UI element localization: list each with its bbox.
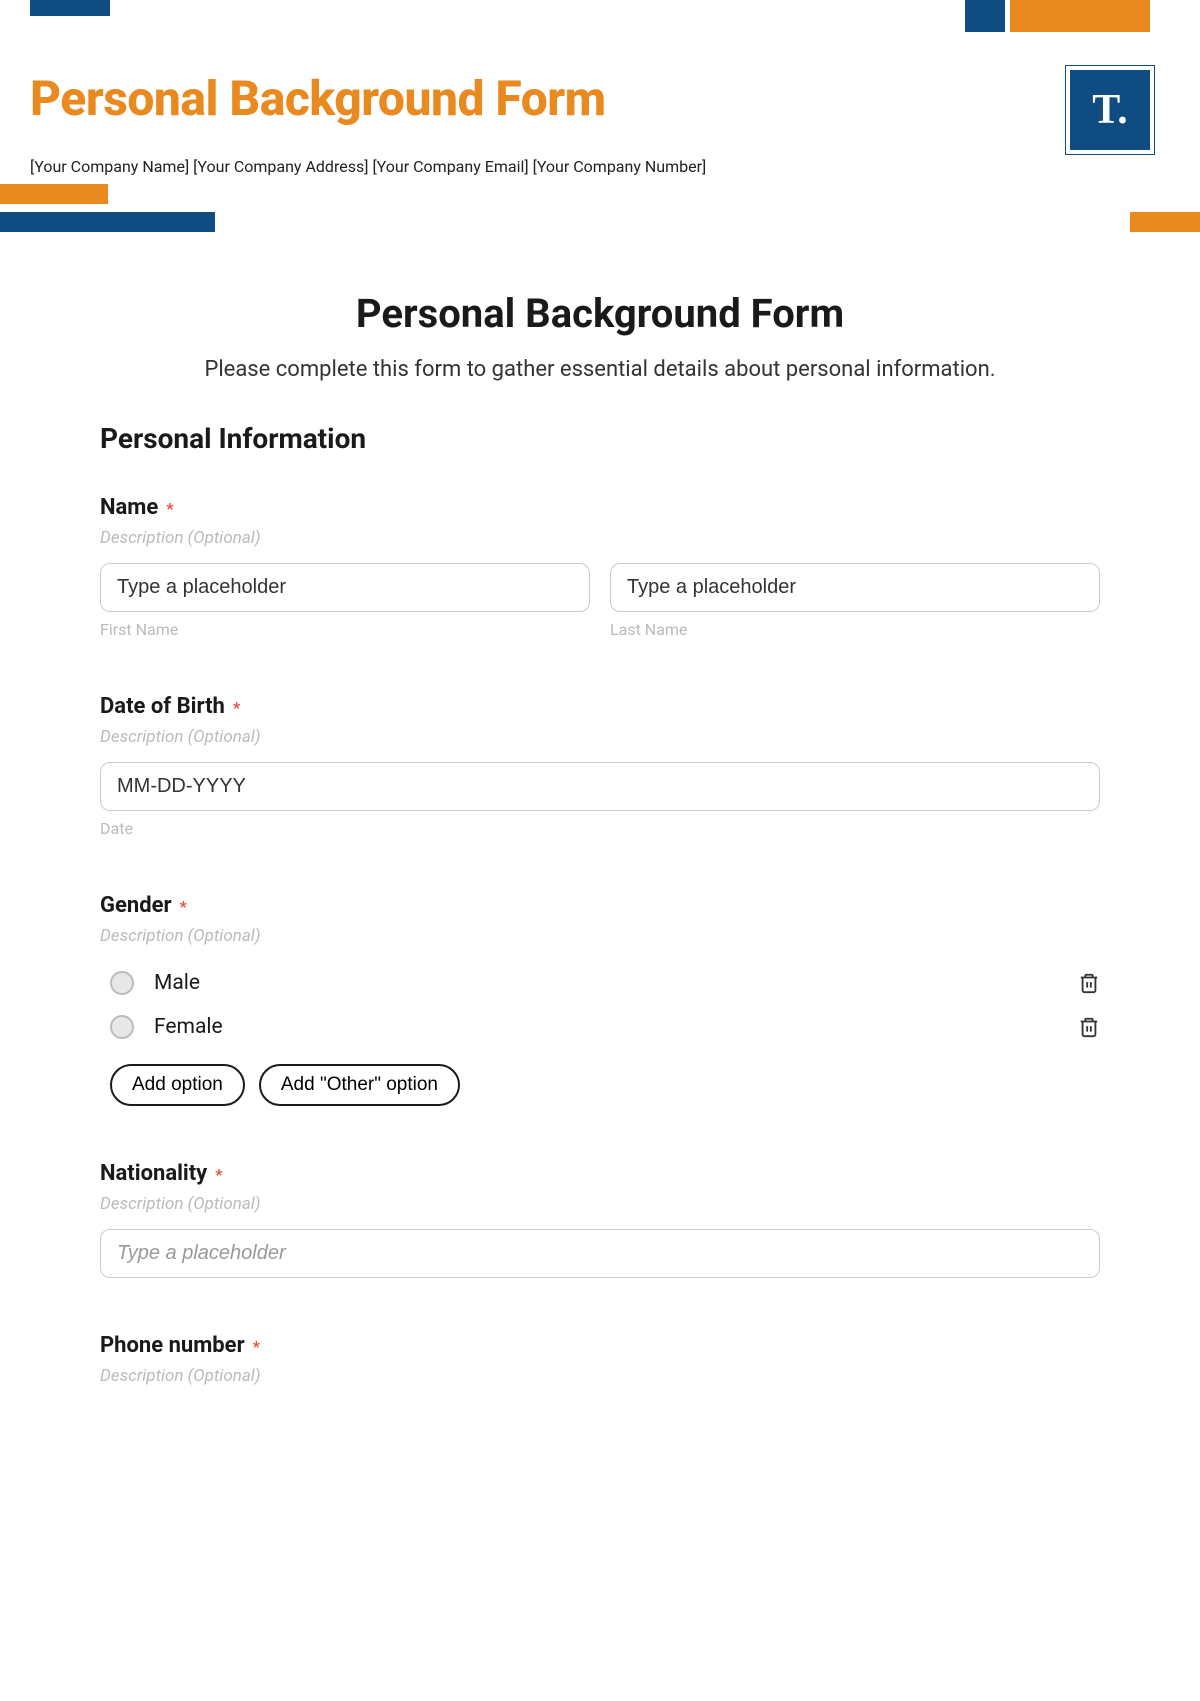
form-subtitle: Please complete this form to gather esse… <box>100 357 1100 382</box>
required-mark: * <box>253 1337 260 1356</box>
field-description[interactable]: Description (Optional) <box>100 528 1100 548</box>
radio-icon[interactable] <box>110 1015 134 1039</box>
document-header: Personal Background Form [Your Company N… <box>30 70 1170 176</box>
field-dob: Date of Birth * Description (Optional) D… <box>100 694 1100 838</box>
decorative-bar <box>30 0 110 16</box>
field-phone: Phone number * Description (Optional) <box>100 1333 1100 1386</box>
first-name-sublabel: First Name <box>100 620 590 639</box>
field-label: Date of Birth <box>100 694 225 719</box>
radio-label[interactable]: Female <box>154 1015 1078 1039</box>
decorative-bar <box>965 0 1005 32</box>
field-label: Name <box>100 495 158 520</box>
required-mark: * <box>215 1165 222 1184</box>
field-description[interactable]: Description (Optional) <box>100 1366 1100 1386</box>
field-label: Nationality <box>100 1161 207 1186</box>
field-description[interactable]: Description (Optional) <box>100 727 1100 747</box>
gender-option-row: Male <box>100 961 1100 1005</box>
trash-icon[interactable] <box>1078 972 1100 994</box>
trash-icon[interactable] <box>1078 1016 1100 1038</box>
decorative-bar <box>0 212 215 232</box>
document-title: Personal Background Form <box>30 70 1170 127</box>
decorative-bar <box>1130 212 1200 232</box>
required-mark: * <box>233 698 240 717</box>
dob-sublabel: Date <box>100 819 1100 838</box>
last-name-sublabel: Last Name <box>610 620 1100 639</box>
field-nationality: Nationality * Description (Optional) <box>100 1161 1100 1278</box>
field-description[interactable]: Description (Optional) <box>100 1194 1100 1214</box>
company-meta-line: [Your Company Name] [Your Company Addres… <box>30 157 1170 176</box>
decorative-bar <box>0 184 108 204</box>
radio-label[interactable]: Male <box>154 971 1078 995</box>
decorative-bar <box>1010 0 1150 32</box>
field-label: Gender <box>100 893 172 918</box>
add-option-button[interactable]: Add option <box>110 1064 245 1106</box>
dob-input[interactable] <box>100 762 1100 811</box>
form-container: Personal Background Form Please complete… <box>100 290 1100 1441</box>
field-label: Phone number <box>100 1333 245 1358</box>
form-title: Personal Background Form <box>100 290 1100 337</box>
field-description[interactable]: Description (Optional) <box>100 926 1100 946</box>
company-logo: T. <box>1070 70 1150 150</box>
nationality-input[interactable] <box>100 1229 1100 1278</box>
required-mark: * <box>180 897 187 916</box>
add-other-option-button[interactable]: Add "Other" option <box>259 1064 460 1106</box>
logo-text: T. <box>1092 86 1127 134</box>
last-name-input[interactable] <box>610 563 1100 612</box>
first-name-input[interactable] <box>100 563 590 612</box>
field-gender: Gender * Description (Optional) Male Fem… <box>100 893 1100 1106</box>
required-mark: * <box>166 499 173 518</box>
radio-icon[interactable] <box>110 971 134 995</box>
field-name: Name * Description (Optional) First Name… <box>100 495 1100 639</box>
gender-option-row: Female <box>100 1005 1100 1049</box>
section-title: Personal Information <box>100 422 1100 455</box>
